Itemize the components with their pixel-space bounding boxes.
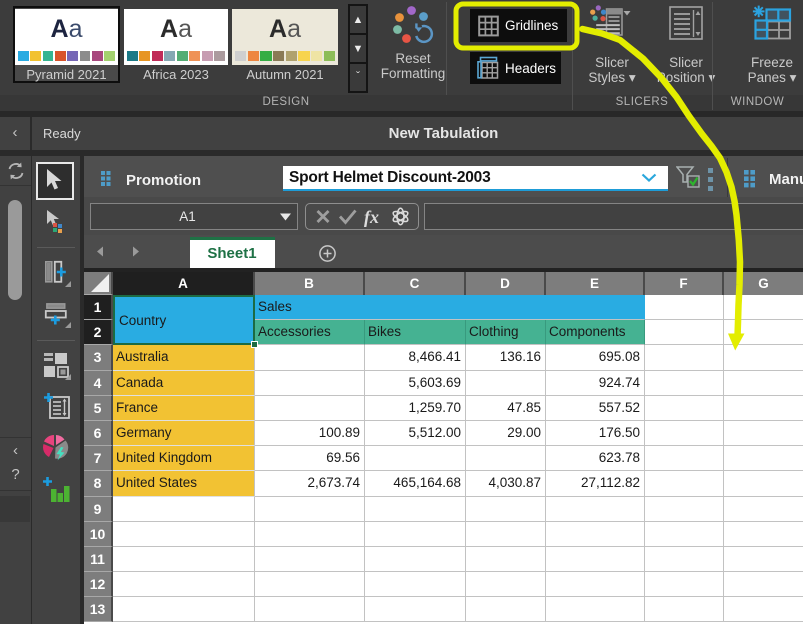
svg-text:fx: fx [364, 207, 379, 227]
